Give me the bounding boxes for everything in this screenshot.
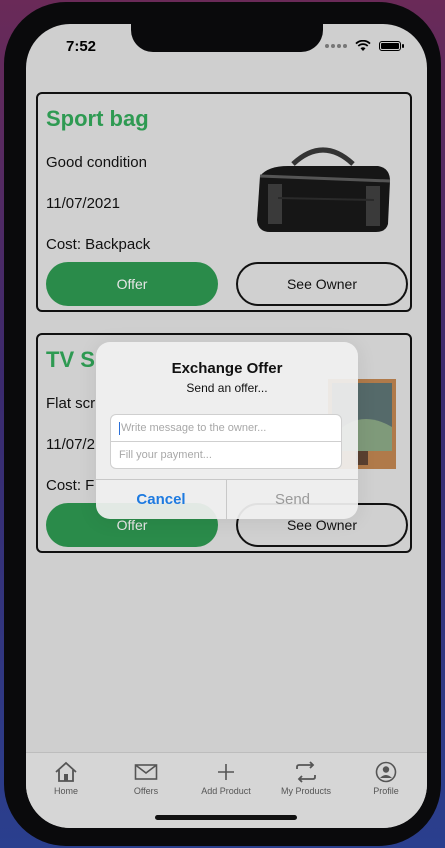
notch <box>131 24 323 52</box>
product-card: Sport bag Good condition 11/07/2021 Cost… <box>36 92 412 312</box>
exchange-offer-dialog: Exchange Offer Send an offer... Write me… <box>96 342 358 519</box>
send-button[interactable]: Send <box>227 480 358 519</box>
wifi-icon <box>355 40 371 51</box>
product-title: Sport bag <box>46 106 149 131</box>
phone-frame: 7:52 Sport bag Good condition 11/07/2021… <box>4 2 441 846</box>
swap-icon <box>296 761 316 783</box>
tab-label: Profile <box>373 786 399 796</box>
product-image <box>248 136 398 236</box>
plus-icon <box>218 764 234 780</box>
tab-offers[interactable]: Offers <box>106 753 186 803</box>
home-indicator[interactable] <box>155 815 297 820</box>
dialog-title: Exchange Offer <box>171 360 283 377</box>
product-description: Good condition <box>46 154 147 171</box>
app-screen: 7:52 Sport bag Good condition 11/07/2021… <box>26 24 427 828</box>
product-description: Flat scr <box>46 395 96 412</box>
payment-input[interactable]: Fill your payment... <box>110 441 342 469</box>
tab-my-products[interactable]: My Products <box>266 753 346 803</box>
envelope-icon <box>134 764 158 780</box>
message-input-placeholder: Write message to the owner... <box>121 422 267 434</box>
tab-add-product[interactable]: Add Product <box>186 753 266 803</box>
product-date: 11/07/2021 <box>46 195 120 212</box>
tab-profile[interactable]: Profile <box>346 753 426 803</box>
home-icon <box>55 761 77 782</box>
text-caret <box>119 421 120 435</box>
dialog-message: Send an offer... <box>186 381 268 395</box>
status-icons <box>325 40 404 52</box>
product-cost: Cost: F <box>46 477 95 494</box>
tab-label: My Products <box>280 786 331 796</box>
tab-label: Offers <box>133 786 159 796</box>
cancel-button[interactable]: Cancel <box>96 480 226 519</box>
payment-input-placeholder: Fill your payment... <box>119 449 212 461</box>
battery-icon <box>379 41 404 51</box>
see-owner-button[interactable]: See Owner <box>236 262 408 306</box>
tab-label: Home <box>53 786 78 796</box>
product-cost: Cost: Backpack <box>46 236 151 253</box>
product-title: TV S <box>46 347 95 372</box>
tab-home[interactable]: Home <box>26 753 106 803</box>
signal-icon <box>325 44 347 48</box>
status-time: 7:52 <box>66 38 97 55</box>
tab-label: Add Product <box>201 786 251 796</box>
message-input[interactable]: Write message to the owner... <box>110 414 342 442</box>
product-date: 11/07/2 <box>46 436 95 453</box>
profile-icon <box>375 761 397 783</box>
offer-button[interactable]: Offer <box>46 262 218 306</box>
